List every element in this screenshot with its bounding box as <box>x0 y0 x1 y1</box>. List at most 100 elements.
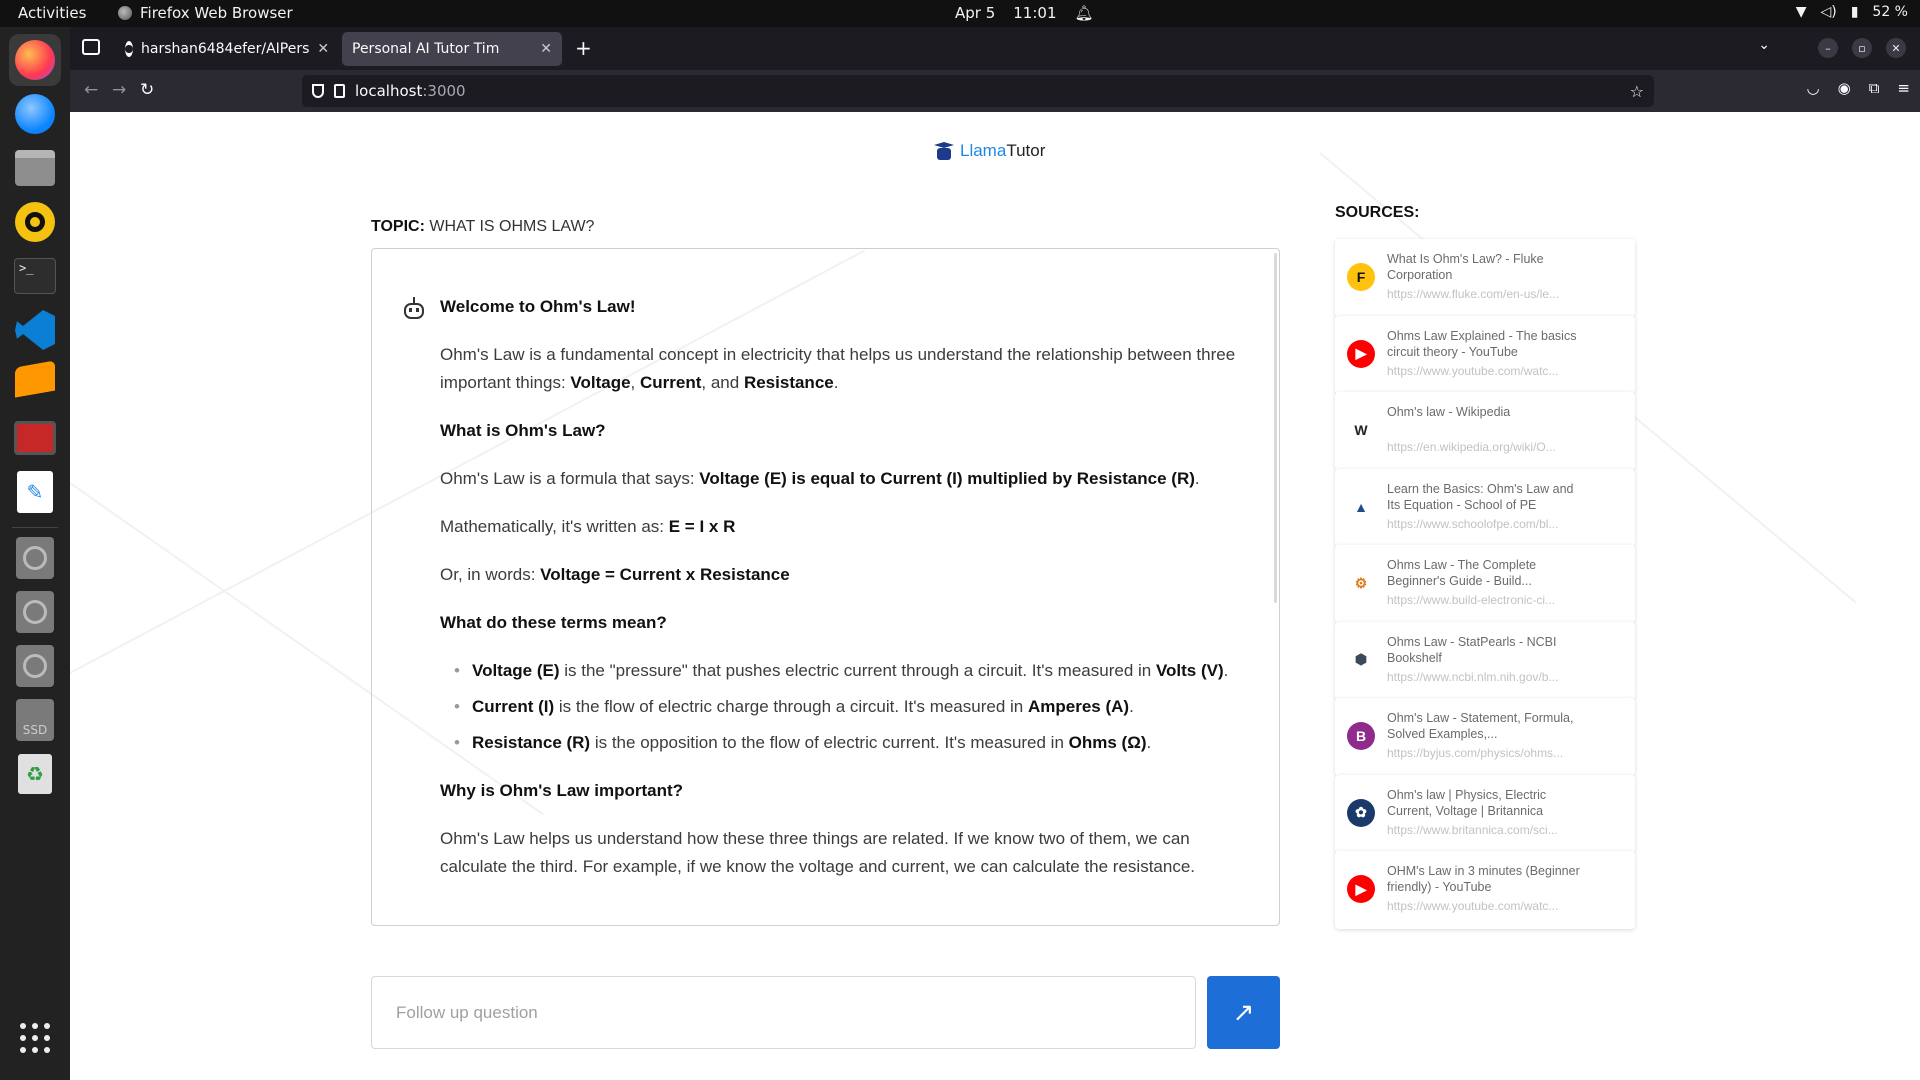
source-title: Ohm's law | Physics, Electric Current, V… <box>1387 787 1547 818</box>
dock-ssd-icon[interactable]: SSD <box>9 694 61 746</box>
volume-icon: ◁) <box>1820 4 1837 20</box>
system-tray[interactable]: ▼ ◁) ▮ 52 % <box>1796 4 1908 20</box>
bookmark-star-icon[interactable]: ☆ <box>1630 82 1644 101</box>
dock-files-icon[interactable] <box>9 142 61 194</box>
reload-icon[interactable]: ↻ <box>140 80 154 100</box>
topic-heading: TOPIC: WHAT IS OHMS LAW? <box>371 218 594 236</box>
web-page: LlamaTutor TOPIC: WHAT IS OHMS LAW? Welc… <box>70 112 1920 1080</box>
toolbar-icons: ◡ ◉ ⧉ ≡ <box>1807 79 1910 97</box>
dock-disc-icon[interactable] <box>9 532 61 584</box>
account-icon[interactable]: ◉ <box>1838 79 1851 97</box>
menu-icon[interactable]: ≡ <box>1897 79 1910 97</box>
minimize-icon[interactable]: – <box>1818 38 1838 58</box>
source-url: https://www.ncbi.nlm.nih.gov/b... <box>1387 669 1559 684</box>
dock-disc-icon[interactable] <box>9 640 61 692</box>
firefox-view-icon[interactable] <box>82 39 100 55</box>
list-item: Current (I) is the flow of electric char… <box>454 693 1260 721</box>
source-card[interactable]: ▶ OHM's Law in 3 minutes (Beginner friend… <box>1335 851 1635 929</box>
back-icon[interactable]: ← <box>84 80 98 100</box>
dock-sublime-icon[interactable] <box>9 358 61 410</box>
dock-trash-icon[interactable]: ♻ <box>9 748 61 800</box>
bot-avatar-icon <box>402 297 426 323</box>
message-paragraph: Or, in words: Voltage = Current x Resist… <box>440 565 790 584</box>
show-apps-icon[interactable] <box>20 1023 50 1053</box>
battery-icon: ▮ <box>1850 4 1859 20</box>
browser-tab-bar: harshan6484efer/AIPers ✕ Personal AI Tut… <box>70 27 1920 70</box>
pocket-icon[interactable]: ◡ <box>1807 79 1820 97</box>
extensions-icon[interactable]: ⧉ <box>1869 79 1880 97</box>
tab-label: Personal AI Tutor Tim <box>352 41 500 57</box>
logo-tutor: Tutor <box>1006 141 1046 160</box>
source-card[interactable]: ✿ Ohm's law | Physics, Electric Current, … <box>1335 774 1635 853</box>
terms-list: Voltage (E) is the "pressure" that pushe… <box>454 657 1260 757</box>
tab-github[interactable]: harshan6484efer/AIPers ✕ <box>115 32 332 66</box>
source-favicon-icon: F <box>1347 263 1375 291</box>
browser-nav-bar: ← → ↻ localhost:3000 ☆ ◡ ◉ ⧉ ≡ <box>70 70 1920 112</box>
message-paragraph: Mathematically, it's written as: E = I x… <box>440 517 736 536</box>
send-button[interactable]: ↗ <box>1207 976 1280 1049</box>
message-heading: What is Ohm's Law? <box>440 421 606 440</box>
list-all-tabs-icon[interactable]: ⌄ <box>1758 37 1770 53</box>
clock-date: Apr 5 <box>955 4 996 22</box>
dock-firefox-icon[interactable] <box>9 34 61 86</box>
source-card[interactable]: B Ohm's Law - Statement, Formula, Solved … <box>1335 698 1635 776</box>
page-info-icon[interactable] <box>334 84 345 98</box>
source-card[interactable]: ▶ Ohms Law Explained - The basics circuit… <box>1335 315 1635 394</box>
source-favicon-icon: W <box>1347 416 1375 444</box>
source-title: OHM's Law in 3 minutes (Beginner friendl… <box>1387 864 1580 894</box>
tab-label: harshan6484efer/AIPers <box>141 41 310 57</box>
maximize-icon[interactable]: ▫ <box>1852 38 1872 58</box>
dock-vscode-icon[interactable] <box>9 304 61 356</box>
source-favicon-icon: ✿ <box>1347 798 1375 827</box>
firefox-icon <box>118 6 132 20</box>
source-title: Ohms Law Explained - The basics circuit … <box>1387 328 1577 359</box>
source-title: Learn the Basics: Ohm's Law and Its Equa… <box>1387 481 1574 512</box>
source-favicon-icon: ▶ <box>1347 875 1375 903</box>
clock[interactable]: Apr 5 11:01 🔔︎ <box>955 4 1094 22</box>
logo-llama: Llama <box>960 141 1007 160</box>
source-url: https://www.britannica.com/sci... <box>1387 822 1558 837</box>
activities-button[interactable]: Activities <box>18 4 86 22</box>
dock-text-editor-icon[interactable]: ✎ <box>9 466 61 518</box>
source-card[interactable]: ⚙ Ohms Law - The Complete Beginner's Guid… <box>1335 545 1635 623</box>
message-heading: What do these terms mean? <box>440 613 667 632</box>
dock-thunderbird-icon[interactable] <box>9 88 61 140</box>
source-card[interactable]: W Ohm's law - Wikipedia https://en.wikiped… <box>1335 392 1635 470</box>
forward-icon[interactable]: → <box>112 80 126 100</box>
message-heading: Welcome to Ohm's Law! <box>440 297 636 316</box>
clock-time: 11:01 <box>1013 4 1057 22</box>
close-tab-icon[interactable]: ✕ <box>317 41 329 57</box>
app-logo[interactable]: LlamaTutor <box>934 141 1045 161</box>
source-url: https://www.youtube.com/watc... <box>1387 899 1559 913</box>
dock-disc-icon[interactable] <box>9 586 61 638</box>
source-favicon-icon: ▲ <box>1347 492 1375 521</box>
source-url: https://www.schoolofpe.com/bl... <box>1387 516 1559 531</box>
dock-rhythmbox-icon[interactable] <box>9 196 61 248</box>
notification-bell-icon: 🔔︎ <box>1074 4 1094 22</box>
dock-terminal-icon[interactable]: >_ <box>9 250 61 302</box>
address-bar[interactable]: localhost:3000 ☆ <box>302 75 1654 107</box>
window-controls: – ▫ ✕ <box>1818 38 1906 58</box>
new-tab-button[interactable]: + <box>575 38 592 58</box>
list-item: Resistance (R) is the opposition to the … <box>454 729 1260 757</box>
tracking-protection-icon[interactable] <box>312 84 324 98</box>
source-url: https://www.youtube.com/watc... <box>1387 363 1559 378</box>
source-card[interactable]: ▲ Learn the Basics: Ohm's Law and Its Equ… <box>1335 468 1635 547</box>
source-card[interactable]: ⬢ Ohms Law - StatPearls - NCBI Bookshelf h… <box>1335 621 1635 700</box>
chat-scrollbar[interactable] <box>1274 253 1277 603</box>
active-app-menu[interactable]: Firefox Web Browser <box>118 4 293 22</box>
close-tab-icon[interactable]: ✕ <box>540 41 552 57</box>
topic-label: TOPIC: <box>371 218 425 235</box>
dock-separator <box>12 527 58 528</box>
message-paragraph: Ohm's Law helps us understand how these … <box>440 829 1196 876</box>
close-window-icon[interactable]: ✕ <box>1886 38 1906 58</box>
github-icon <box>125 41 133 57</box>
follow-up-input[interactable] <box>371 976 1196 1049</box>
dock-app-icon[interactable] <box>9 412 61 464</box>
chat-panel[interactable]: Welcome to Ohm's Law! Ohm's Law is a fun… <box>371 248 1280 926</box>
sources-heading: SOURCES: <box>1335 204 1420 221</box>
source-title: Ohm's law - Wikipedia <box>1387 405 1511 419</box>
tab-tutor[interactable]: Personal AI Tutor Tim ✕ <box>342 32 562 66</box>
source-card[interactable]: F What Is Ohm's Law? - Fluke Corporation h… <box>1335 239 1635 317</box>
source-url: https://www.fluke.com/en-us/le... <box>1387 287 1560 301</box>
